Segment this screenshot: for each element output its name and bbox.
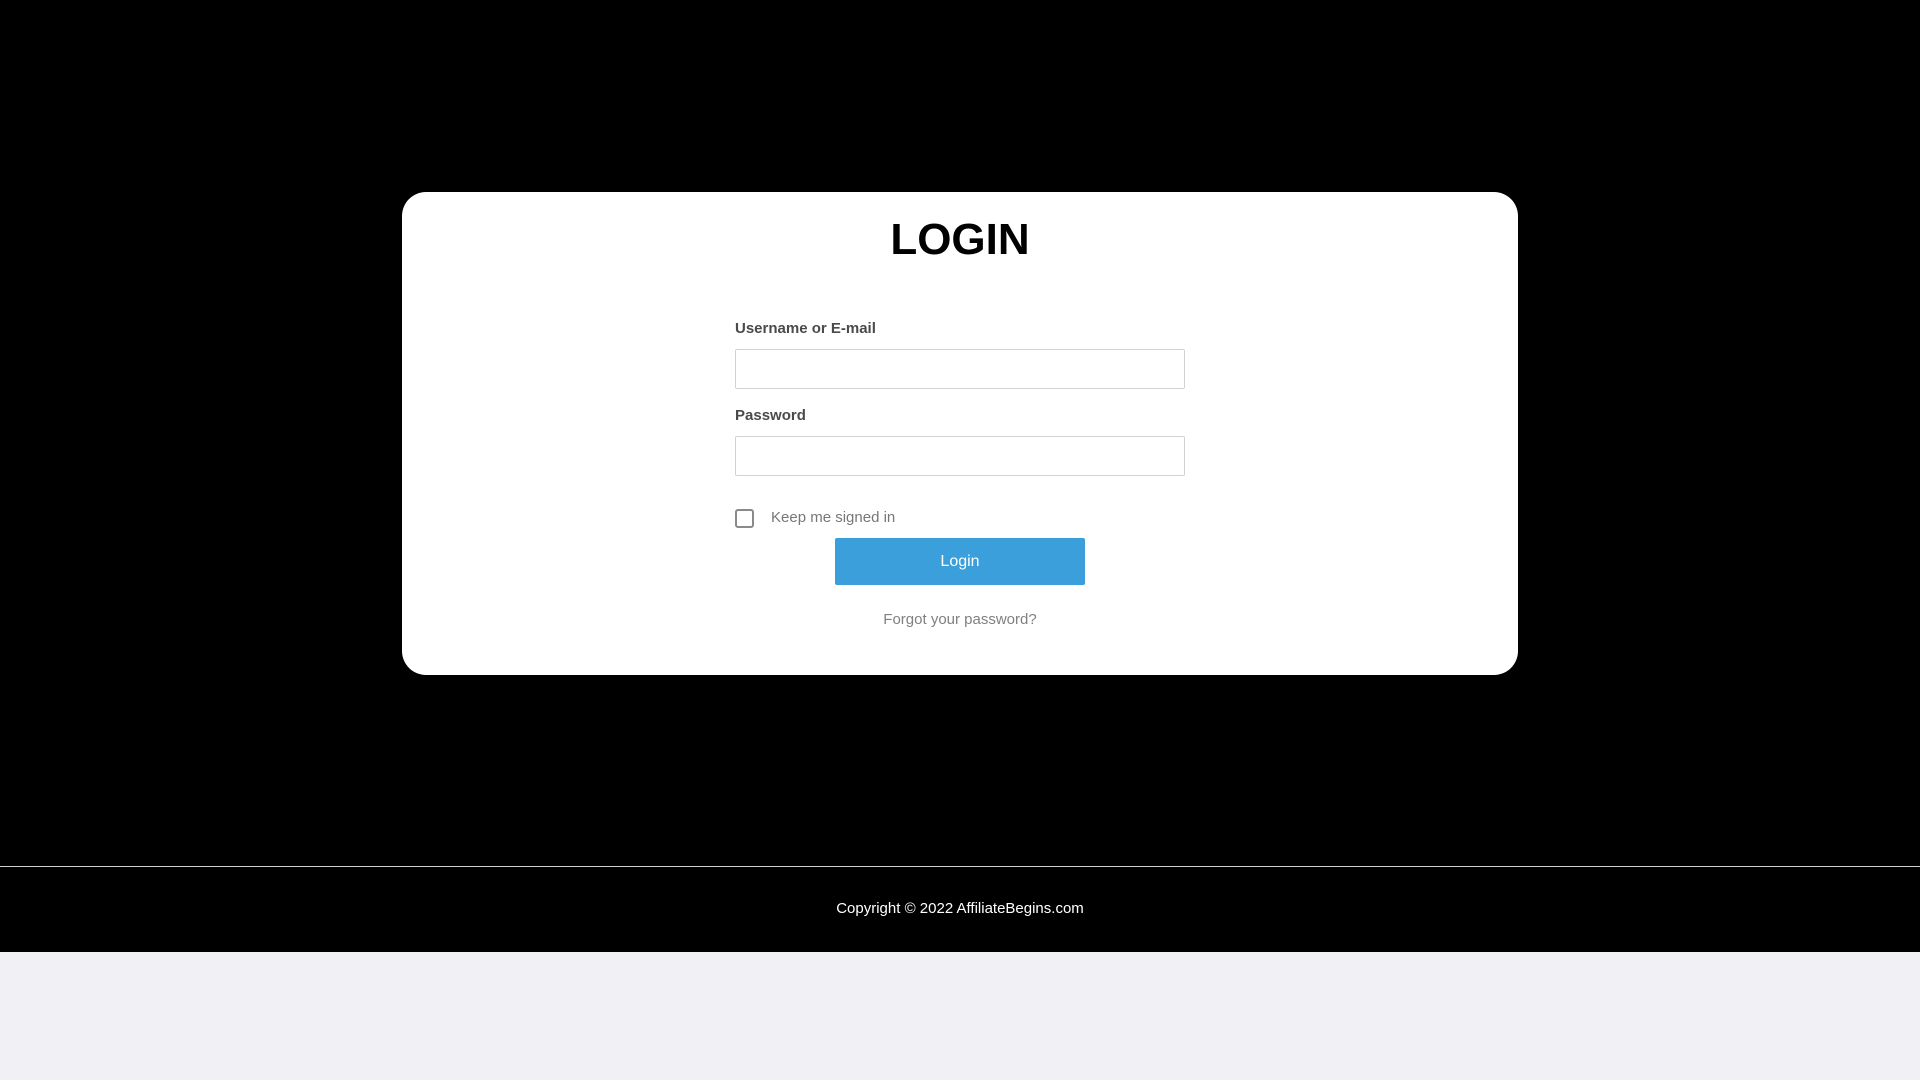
page-title: LOGIN [890, 215, 1030, 264]
password-field[interactable] [735, 436, 1185, 476]
remember-me-row: Keep me signed in [735, 508, 895, 528]
forgot-password-link[interactable]: Forgot your password? [735, 611, 1185, 629]
username-label: Username or E-mail [735, 320, 876, 337]
remember-me-label[interactable]: Keep me signed in [771, 509, 895, 527]
username-field[interactable] [735, 349, 1185, 389]
login-card: LOGIN Username or E-mail Password Keep m… [402, 192, 1518, 675]
copyright-text: Copyright © 2022 AffiliateBegins.com [836, 900, 1084, 917]
page-main: LOGIN Username or E-mail Password Keep m… [0, 0, 1920, 866]
remember-me-checkbox[interactable] [735, 508, 754, 528]
login-button[interactable]: Login [835, 538, 1085, 585]
password-label: Password [735, 407, 806, 424]
footer: Copyright © 2022 AffiliateBegins.com [0, 866, 1920, 952]
